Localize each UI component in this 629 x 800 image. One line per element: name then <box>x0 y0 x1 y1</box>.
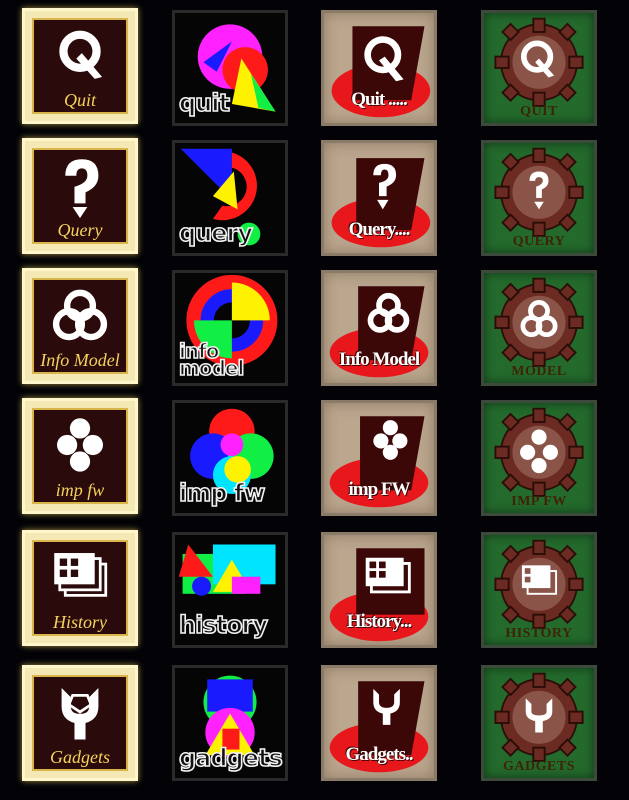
gadgets-gold-button[interactable]: Gadgets <box>22 665 138 781</box>
imp-fw-tan-label: imp FW <box>348 479 410 500</box>
imp-fw-gold-button[interactable]: imp fw <box>22 398 138 514</box>
quit-gold-label: Quit <box>63 90 96 110</box>
quit-gold-button[interactable]: Quit <box>22 8 138 124</box>
quit-gear-button[interactable]: QUIT <box>481 10 597 126</box>
query-neon-button[interactable]: query <box>172 140 288 256</box>
quit-tan-label: Quit ..... <box>351 89 407 110</box>
query-neon-label: query <box>178 218 254 248</box>
imp-fw-neon-button[interactable]: imp fw <box>172 400 288 516</box>
gadgets-tan-label: Gadgets.. <box>345 744 414 765</box>
query-tan-button[interactable]: Query.... <box>321 140 437 256</box>
query-gold-button[interactable]: Query <box>22 138 138 254</box>
history-neon-label: history <box>178 610 269 640</box>
quit-tan-button[interactable]: Quit ..... <box>321 10 437 126</box>
history-gear-label: HISTORY <box>505 626 573 641</box>
gadgets-gear-label: GADGETS <box>503 759 575 774</box>
query-gear-button[interactable]: QUERY <box>481 140 597 256</box>
history-tan-button[interactable]: History... <box>321 532 437 648</box>
gadgets-gear-button[interactable]: GADGETS <box>481 665 597 781</box>
gadgets-tan-button[interactable]: Gadgets.. <box>321 665 437 781</box>
imp-fw-gold-label: imp fw <box>55 480 105 500</box>
history-gear-button[interactable]: HISTORY <box>481 532 597 648</box>
info-model-gear-button[interactable]: MODEL <box>481 270 597 386</box>
imp-fw-tan-button[interactable]: imp FW <box>321 400 437 516</box>
quit-neon-button[interactable]: quit <box>172 10 288 126</box>
query-tan-label: Query.... <box>348 219 411 240</box>
info-model-tan-button[interactable]: Info Model <box>321 270 437 386</box>
info-model-gold-button[interactable]: Info Model <box>22 268 138 384</box>
gadgets-gold-label: Gadgets <box>50 747 110 767</box>
imp-fw-gear-button[interactable]: IMP FW <box>481 400 597 516</box>
query-gear-label: QUERY <box>512 234 566 249</box>
gadgets-neon-label: gadgets <box>178 743 283 773</box>
icon-grid: Quit quit Quit ..... QUIT Query query Qu… <box>0 0 629 800</box>
history-tan-label: History... <box>346 611 412 632</box>
query-gold-label: Query <box>57 220 103 240</box>
history-gold-label: History <box>53 612 107 632</box>
info-model-gear-label: MODEL <box>511 364 567 379</box>
history-neon-button[interactable]: history <box>172 532 288 648</box>
history-gold-button[interactable]: History <box>22 530 138 646</box>
info-model-neon-label: info model <box>178 339 245 380</box>
quit-neon-label: quit <box>178 88 231 118</box>
imp-fw-gear-label: IMP FW <box>511 494 567 509</box>
info-model-neon-button[interactable]: info model <box>172 270 288 386</box>
info-model-gold-label: Info Model <box>40 350 120 370</box>
gadgets-neon-button[interactable]: gadgets <box>172 665 288 781</box>
quit-gear-label: QUIT <box>520 104 558 119</box>
imp-fw-neon-label: imp fw <box>178 478 266 508</box>
info-model-tan-label: Info Model <box>338 349 420 370</box>
